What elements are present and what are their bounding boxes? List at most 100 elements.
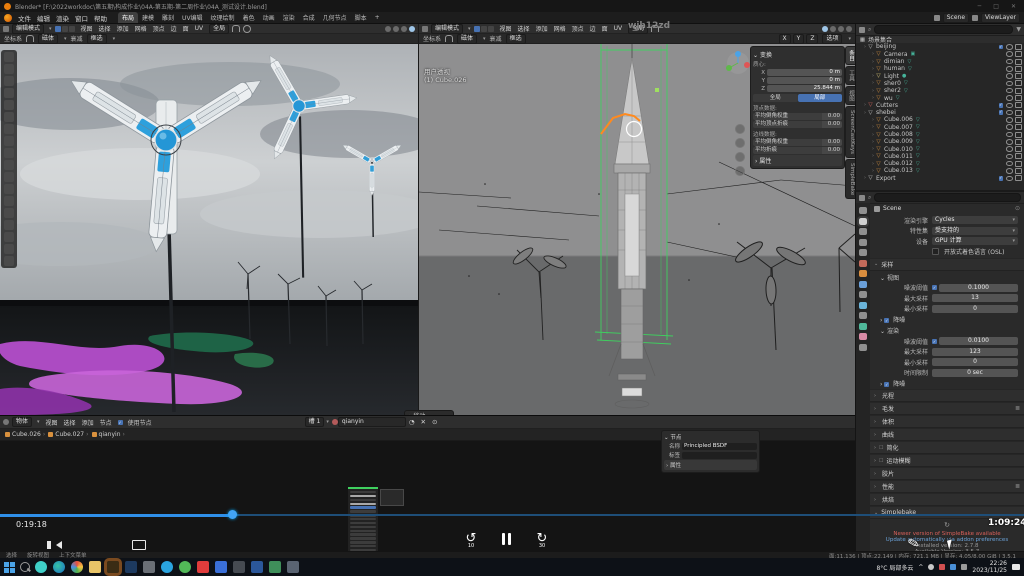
outliner-item[interactable]: › ▽ beijing ✓: [856, 43, 1024, 50]
minimize-button[interactable]: ─: [974, 3, 986, 10]
viewport-menu-item[interactable]: 边: [587, 24, 599, 33]
outliner-item[interactable]: › ▽ Cube.011 ▽ ✓: [856, 153, 1024, 160]
disable-render-toggle[interactable]: [1015, 110, 1022, 116]
local-button[interactable]: 局部: [798, 94, 843, 102]
properties-icon[interactable]: [859, 195, 865, 201]
properties-section[interactable]: › 胶片: [870, 467, 1024, 480]
breadcrumb-item[interactable]: Cube.026›: [5, 431, 45, 438]
hide-viewport-toggle[interactable]: [1006, 59, 1013, 65]
outliner-item[interactable]: › ▽ shebei ✓: [856, 109, 1024, 116]
editor-type-icon[interactable]: [3, 419, 9, 425]
editor-type-icon[interactable]: [3, 26, 9, 32]
snap-magnet-icon[interactable]: [26, 35, 34, 42]
disable-render-toggle[interactable]: [1015, 88, 1022, 94]
menu-item[interactable]: 编辑: [34, 13, 53, 23]
hide-viewport-toggle[interactable]: [1006, 103, 1013, 109]
tool-icon[interactable]: [4, 196, 14, 206]
menu-item[interactable]: 渲染: [53, 13, 72, 23]
sidebar-tab[interactable]: 视图: [845, 86, 855, 105]
tool-icon[interactable]: [4, 208, 14, 218]
properties-tab[interactable]: [859, 291, 867, 298]
value-row[interactable]: 平均倒角权重0.00: [753, 139, 842, 146]
view-layer-selector[interactable]: ViewLayer: [981, 13, 1020, 23]
outliner-item[interactable]: › ▽ Cube.006 ▽ ✓: [856, 116, 1024, 123]
tool-icon[interactable]: [4, 172, 14, 182]
hide-viewport-toggle[interactable]: [1006, 161, 1013, 167]
material-name-field[interactable]: qianyin: [338, 417, 406, 427]
outliner-item[interactable]: › ▽ sher0 ▽ ✓: [856, 80, 1024, 87]
properties-section[interactable]: › 烘焙: [870, 493, 1024, 506]
properties-tab[interactable]: [859, 218, 867, 225]
taskbar-app-icon[interactable]: [161, 561, 173, 573]
outliner-item[interactable]: › ▽ Cube.009 ▽ ✓: [856, 138, 1024, 145]
tool-icon[interactable]: [4, 76, 14, 86]
viewport-menu-item[interactable]: 边: [168, 24, 180, 33]
disable-render-toggle[interactable]: [1015, 153, 1022, 159]
workspace-tab[interactable]: 渲染: [279, 12, 299, 23]
tool-icon[interactable]: [4, 64, 14, 74]
node-label-field[interactable]: [682, 452, 757, 459]
hide-viewport-toggle[interactable]: [1006, 44, 1013, 50]
disable-render-toggle[interactable]: [1015, 102, 1022, 108]
viewport-menu-item[interactable]: 网格: [132, 24, 150, 33]
taskbar-app-icon[interactable]: [35, 561, 47, 573]
disable-render-toggle[interactable]: [1015, 95, 1022, 101]
shader-menu-item[interactable]: 视图: [43, 418, 61, 427]
pin-icon[interactable]: ⊙: [1015, 205, 1020, 212]
axis-button[interactable]: Y: [793, 34, 805, 44]
node-section[interactable]: ⌄ 节点: [664, 433, 757, 441]
tool-icon[interactable]: [4, 148, 14, 158]
value-row[interactable]: 平均倒角权重0.00: [753, 113, 842, 120]
breadcrumb-item[interactable]: qianyin›: [92, 431, 125, 438]
slot-dropdown[interactable]: 槽 1: [305, 417, 325, 427]
taskbar-app-icon[interactable]: [215, 561, 227, 573]
properties-section[interactable]: › 光程: [870, 389, 1024, 402]
hide-viewport-toggle[interactable]: [1006, 66, 1013, 72]
viewport-menu-item[interactable]: 网格: [551, 24, 569, 33]
hide-viewport-toggle[interactable]: [1006, 73, 1013, 79]
properties-section[interactable]: › 性能 ≣: [870, 480, 1024, 493]
disable-render-toggle[interactable]: [1015, 73, 1022, 79]
properties-tab[interactable]: [859, 270, 867, 277]
shading-mode-buttons[interactable]: [385, 26, 415, 32]
shader-menu-item[interactable]: 节点: [97, 418, 115, 427]
tray-icon-red[interactable]: [939, 564, 945, 570]
device-dropdown[interactable]: GPU 计算▾: [932, 237, 1018, 245]
viewport-menu-item[interactable]: 面: [180, 24, 192, 33]
outliner-item[interactable]: › ▽ Cutters ✓: [856, 102, 1024, 109]
tool-icon[interactable]: [4, 88, 14, 98]
properties-tab[interactable]: [859, 207, 867, 214]
microphone-icon[interactable]: [928, 564, 934, 570]
outliner-search-input[interactable]: [874, 25, 1013, 34]
menu-item[interactable]: 帮助: [91, 13, 110, 23]
filter-icon[interactable]: ▼: [1016, 26, 1021, 33]
outliner-item[interactable]: › ▽ human ▽ ✓: [856, 65, 1024, 72]
axis-button[interactable]: Z: [806, 34, 818, 44]
properties-tab[interactable]: [859, 260, 867, 267]
disable-render-toggle[interactable]: [1015, 132, 1022, 138]
exclude-checkbox[interactable]: ✓: [999, 110, 1004, 115]
active-tool-dropdown[interactable]: 框选: [506, 34, 526, 44]
maximize-button[interactable]: □: [989, 3, 1003, 10]
tool-icon[interactable]: [4, 232, 14, 242]
tool-icon[interactable]: [4, 184, 14, 194]
properties-tab[interactable]: [859, 344, 867, 351]
close-button[interactable]: ✕: [1007, 3, 1020, 10]
tool-icon[interactable]: [4, 136, 14, 146]
outliner-item[interactable]: › ▽ Cube.012 ▽ ✓: [856, 160, 1024, 167]
camera-view-icon[interactable]: [735, 152, 745, 162]
taskbar-clock[interactable]: 22:262023/11/25: [972, 560, 1007, 574]
viewport-max-samples-field[interactable]: 13: [932, 294, 1018, 302]
exclude-checkbox[interactable]: ✓: [999, 176, 1004, 181]
taskbar-app-icon[interactable]: [143, 561, 155, 573]
disable-render-toggle[interactable]: [1015, 139, 1022, 145]
hide-viewport-toggle[interactable]: [1006, 132, 1013, 138]
disable-render-toggle[interactable]: [1015, 51, 1022, 57]
disable-render-toggle[interactable]: [1015, 161, 1022, 167]
snap-dropdown[interactable]: 磁体: [38, 34, 58, 44]
pin-icon[interactable]: ⊙: [429, 418, 440, 426]
tool-icon[interactable]: [4, 244, 14, 254]
disable-render-toggle[interactable]: [1015, 124, 1022, 130]
median-z-field[interactable]: 25.844 m: [767, 85, 842, 92]
properties-tab[interactable]: [859, 239, 867, 246]
